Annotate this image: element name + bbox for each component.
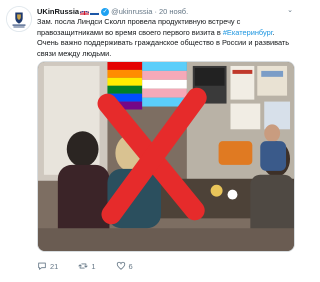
- retweet-icon: [78, 263, 88, 269]
- reply-count: 21: [50, 261, 59, 271]
- uk-flag-icon: [80, 9, 90, 15]
- trans-flag: [142, 62, 187, 107]
- like-count: 6: [128, 261, 133, 271]
- verified-check-icon: ✓: [101, 8, 110, 16]
- tweet-text-line: правозащитниками во время своего первого…: [37, 28, 295, 39]
- tweet[interactable]: UKinRussia ✓ @ukinrussia · 20 нояб. ⌄ За…: [0, 0, 300, 282]
- russia-flag-icon: [90, 9, 100, 15]
- reply-icon: [38, 262, 46, 270]
- like-button[interactable]: 6: [116, 261, 133, 271]
- british-embassy-crest-icon: [7, 7, 31, 31]
- tweet-text-line: Зам. посла Линдси Сколл провела продукти…: [37, 17, 241, 26]
- tweet-text: Зам. посла Линдси Сколл провела продукти…: [37, 17, 295, 60]
- tweet-actions: 21 1 6: [37, 260, 153, 272]
- reply-button[interactable]: 21: [37, 261, 58, 271]
- tweet-text-line: связи между людьми.: [37, 49, 112, 59]
- heart-icon: [116, 261, 125, 270]
- chevron-down-icon[interactable]: ⌄: [286, 7, 294, 15]
- tweet-text-line: Очень важно поддерживать гражданское общ…: [37, 38, 290, 48]
- retweet-button[interactable]: 1: [78, 261, 96, 271]
- meeting-photo: [38, 62, 294, 251]
- tweet-text-segment: .: [272, 27, 275, 37]
- retweet-count: 1: [91, 261, 96, 271]
- hashtag-link[interactable]: #Екатеринбург: [223, 28, 273, 37]
- tweet-photo[interactable]: [37, 61, 295, 252]
- tweet-text-segment: правозащитниками во время своего первого…: [37, 27, 223, 37]
- flag-emojis: [80, 9, 100, 15]
- avatar[interactable]: [6, 6, 32, 32]
